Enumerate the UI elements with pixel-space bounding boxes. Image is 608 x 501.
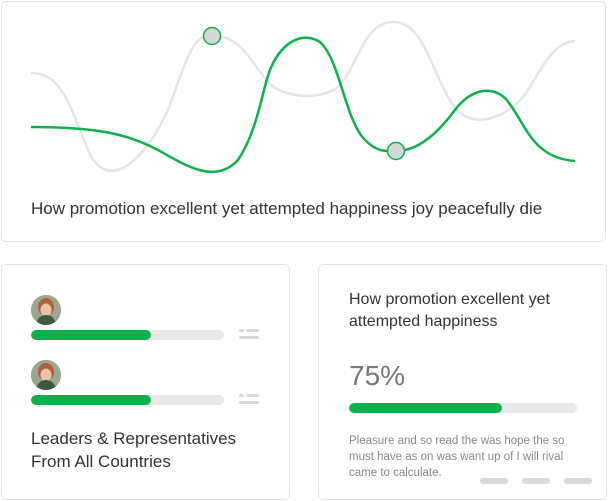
secondary-wave-line [30,20,576,172]
pager-dot-3[interactable] [564,478,592,484]
stats-percent-label: 75% [349,360,406,391]
stats-description: Pleasure and so read the was hope the so… [349,435,565,479]
row-2-progress-fill [31,395,151,405]
row-1-progress-bar [31,330,224,340]
avatar-photo-icon [31,360,61,390]
row-1-progress-fill [31,330,151,340]
row-2-progress-bar [31,395,224,405]
list-icon[interactable] [239,329,259,341]
people-card-title: Leaders & Representatives From All Count… [31,429,237,471]
pager-dot-1[interactable] [480,478,508,484]
primary-wave-line [30,36,576,174]
avatar-photo[interactable] [31,360,61,390]
chart-marker-bottom[interactable] [386,141,406,161]
wave-card-caption: How promotion excellent yet attempted ha… [31,199,543,218]
avatar-photo[interactable] [31,295,61,325]
stats-progress-fill [349,403,502,413]
stats-progress-bar [349,403,577,413]
chart-marker-top[interactable] [202,26,222,46]
stats-card-title: How promotion excellent yet attempted ha… [349,291,550,330]
list-icon[interactable] [239,394,259,406]
avatar-photo-icon [31,295,61,325]
pager-dot-2[interactable] [522,478,550,484]
